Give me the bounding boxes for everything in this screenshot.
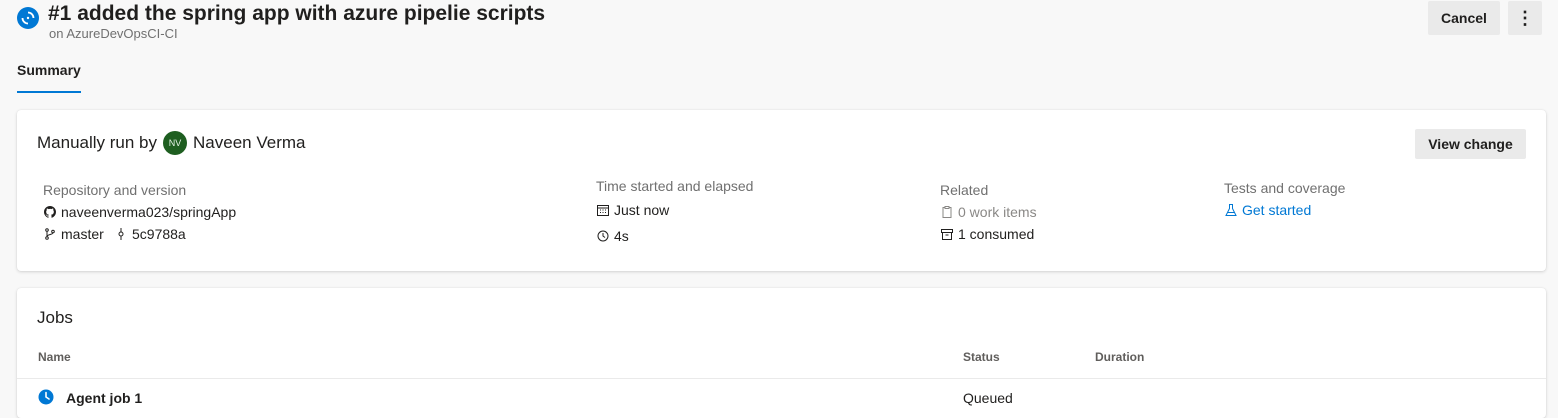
column-header-name: Name: [38, 350, 71, 364]
clock-icon: [596, 229, 610, 243]
tab-selected-indicator: [17, 91, 81, 93]
avatar[interactable]: NV: [163, 131, 188, 155]
time-started: Just now: [596, 202, 669, 218]
commit-link[interactable]: 5c9788a: [114, 226, 186, 242]
artifact-icon: [940, 227, 954, 241]
cancel-button[interactable]: Cancel: [1428, 1, 1500, 35]
github-icon: [43, 205, 57, 219]
repository-label: Repository and version: [43, 182, 187, 198]
run-by-line: Manually run by NV Naveen Verma: [37, 131, 305, 155]
job-name: Agent job 1: [66, 390, 143, 406]
queued-clock-icon: [38, 389, 54, 405]
repository-name: naveenverma023/springApp: [61, 204, 237, 220]
commit-icon: [114, 227, 128, 241]
repository-link[interactable]: naveenverma023/springApp: [43, 204, 236, 220]
work-items: 0 work items: [940, 204, 1037, 220]
run-by-label: Manually run by: [37, 133, 158, 152]
consumed-value: 1 consumed: [958, 226, 1035, 242]
flask-icon: [1224, 203, 1238, 217]
column-header-duration: Duration: [1095, 350, 1145, 364]
summary-card: Manually run by NV Naveen Verma View cha…: [17, 110, 1546, 271]
pipeline-name[interactable]: on AzureDevOpsCI-CI: [49, 26, 178, 41]
in-progress-icon: [17, 7, 39, 29]
time-label: Time started and elapsed: [596, 178, 754, 194]
branch-link[interactable]: master: [43, 226, 104, 242]
consumed-artifacts[interactable]: 1 consumed: [940, 226, 1034, 242]
column-header-status: Status: [963, 350, 1000, 364]
branch-icon: [43, 227, 57, 241]
table-row[interactable]: Agent job 1 Queued: [17, 379, 1546, 415]
time-started-value: Just now: [614, 202, 670, 218]
pipeline-run-page: #1 added the spring app with azure pipel…: [0, 0, 1558, 418]
clipboard-icon: [940, 205, 954, 219]
branch-name: master: [61, 226, 104, 242]
job-status: Queued: [963, 390, 1013, 406]
tests-label: Tests and coverage: [1224, 180, 1346, 196]
get-started-link[interactable]: Get started: [1224, 202, 1311, 218]
jobs-title: Jobs: [37, 308, 73, 327]
calendar-icon: [596, 203, 610, 217]
page-title: #1 added the spring app with azure pipel…: [48, 2, 546, 25]
get-started-label: Get started: [1242, 202, 1312, 218]
jobs-card: Jobs Name Status Duration Agent job 1 Qu…: [17, 288, 1546, 418]
more-actions-button[interactable]: ⋮: [1508, 1, 1542, 35]
commit-id: 5c9788a: [132, 226, 186, 242]
tab-summary[interactable]: Summary: [17, 62, 81, 78]
user-name[interactable]: Naveen Verma: [193, 133, 305, 153]
related-label: Related: [940, 182, 989, 198]
time-elapsed-value: 4s: [614, 228, 629, 244]
view-change-button[interactable]: View change: [1415, 129, 1526, 159]
work-items-value: 0 work items: [958, 204, 1037, 220]
time-elapsed: 4s: [596, 228, 629, 244]
